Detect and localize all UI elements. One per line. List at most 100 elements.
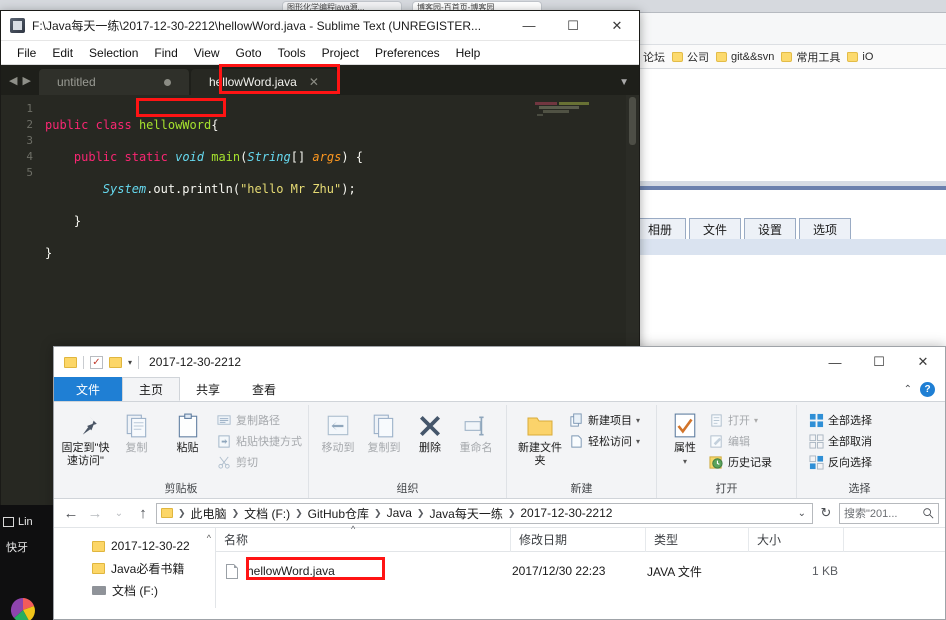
ribbon-button-rename[interactable]: 重命名 [453,408,499,455]
ribbon-button-open[interactable]: 打开 ▾ [709,411,772,429]
chevron-down-icon[interactable]: ▾ [636,416,640,425]
refresh-button[interactable]: ↻ [815,505,837,521]
sidebar-item-2017-12-30-22[interactable]: 2017-12-30-22 [54,535,215,557]
ribbon-tab-home[interactable]: 主页 [122,377,181,401]
ribbon-button-cut[interactable]: 剪切 [217,453,302,471]
menu-item-selection[interactable]: Selection [81,43,146,63]
ribbon-button-properties[interactable]: 属性 ▾ [663,408,707,468]
breadcrumb-item-0[interactable]: 此电脑 [191,505,227,522]
sublime-tab-nav-arrows[interactable]: ◀ ▶ [1,74,39,95]
breadcrumb-item-1[interactable]: 文档 (F:) [244,505,290,522]
breadcrumb-item-2[interactable]: GitHub仓库 [308,505,369,522]
column-header-size[interactable]: 大小 [749,527,844,552]
menu-item-file[interactable]: File [9,43,44,63]
ribbon-button-history[interactable]: 历史记录 [709,453,772,471]
explorer-minimize-button[interactable]: — [813,347,857,377]
menu-item-project[interactable]: Project [314,43,367,63]
ribbon-button-copy[interactable]: 复制 [111,408,162,455]
taskbar-item-kuaiya[interactable]: 快牙 [6,539,28,555]
file-name[interactable]: hellowWord.java [238,564,512,578]
sublime-close-button[interactable]: ✕ [595,11,639,41]
sidebar-item-documents-f[interactable]: 文档 (F:) [54,579,215,601]
bookmark-item-1[interactable]: 公司 [672,49,709,65]
ribbon-button-copy-to[interactable]: 复制到 [361,408,407,455]
column-header-type[interactable]: 类型 [646,527,749,552]
explorer-close-button[interactable]: ✕ [901,347,945,377]
breadcrumb-item-4[interactable]: Java每天一练 [429,505,502,522]
ribbon-button-select-all[interactable]: 全部选择 [809,411,872,429]
explorer-maximize-button[interactable]: ☐ [857,347,901,377]
unsaved-dot-icon [163,78,171,86]
column-header-name[interactable]: 名称 ^ [216,524,511,552]
menu-item-help[interactable]: Help [448,43,489,63]
ribbon-button-copy-path[interactable]: 复制路径 [217,411,302,429]
close-icon[interactable]: ✕ [309,75,319,89]
taskbar-item-lin[interactable]: Lin [3,516,33,528]
sublime-title-bar[interactable]: F:\Java每天一练\2017-12-30-2212\hellowWord.j… [1,11,639,41]
ribbon-tab-view[interactable]: 查看 [236,377,292,401]
editor-tab-hellowword[interactable]: hellowWord.java ✕ [190,69,337,95]
forward-button[interactable]: → [84,505,106,522]
menu-item-edit[interactable]: Edit [44,43,81,63]
breadcrumb-item-3[interactable]: Java [387,506,412,520]
chevron-left-icon[interactable]: ◀ [9,74,17,87]
page-tab-options[interactable]: 选项 [799,218,851,239]
help-icon[interactable]: ? [920,381,935,397]
chevron-right-icon[interactable]: ▶ [22,74,30,87]
sidebar-item-java-books[interactable]: Java必看书籍 [54,557,215,579]
breadcrumb-item-5[interactable]: 2017-12-30-2212 [520,506,612,520]
ribbon-button-delete[interactable]: 删除 [407,408,453,455]
chevron-down-icon[interactable]: ▾ [754,416,758,425]
sublime-maximize-button[interactable]: ☐ [551,11,595,41]
ribbon-button-paste[interactable]: 粘贴 [162,408,213,455]
up-button[interactable]: ↑ [132,505,154,522]
menu-item-find[interactable]: Find [146,43,185,63]
folder-icon [672,51,683,62]
page-tab-album[interactable]: 相册 [634,218,686,239]
magnifier-icon[interactable] [922,507,934,519]
column-header-date-modified[interactable]: 修改日期 [511,527,646,552]
properties-check-icon[interactable]: ✓ [90,355,103,369]
ribbon-button-select-none[interactable]: 全部取消 [809,432,872,450]
scrollbar-thumb[interactable] [629,97,636,145]
back-button[interactable]: ← [60,505,82,522]
sublime-minimap[interactable] [533,101,623,131]
search-input[interactable]: 搜索"201... [839,502,939,524]
address-dropdown-icon[interactable]: ⌄ [798,508,806,519]
sublime-code-content[interactable]: public class hellowWord{ public static v… [45,101,363,293]
ribbon-tab-file[interactable]: 文件 [54,377,123,401]
table-row[interactable]: hellowWord.java 2017/12/30 22:23 JAVA 文件… [216,557,945,582]
ribbon-button-new-folder[interactable]: 新建文件夹 [513,408,567,468]
page-tab-settings[interactable]: 设置 [744,218,796,239]
app-icon[interactable] [10,597,36,620]
menu-item-tools[interactable]: Tools [270,43,314,63]
ribbon-button-move-to[interactable]: 移动到 [315,408,361,455]
chevron-down-icon[interactable]: ▾ [128,358,132,367]
explorer-file-list[interactable]: 名称 ^ 修改日期 类型 大小 hellowWord.java 2017/12/… [216,524,945,608]
ribbon-button-invert-selection[interactable]: 反向选择 [809,453,872,471]
ribbon-button-paste-shortcut[interactable]: 粘贴快捷方式 [217,432,302,450]
chevron-down-icon[interactable]: ▾ [636,437,640,446]
breadcrumb[interactable]: ❯ 此电脑 ❯ 文档 (F:) ❯ GitHub仓库 ❯ Java ❯ Java… [156,502,813,524]
bookmark-item-4[interactable]: iO [847,51,873,63]
recent-locations-button[interactable]: ⌄ [108,508,130,519]
scroll-up-icon[interactable]: ^ [207,533,211,543]
ribbon-button-easy-access[interactable]: 轻松访问 ▾ [569,432,640,450]
explorer-title-bar[interactable]: ✓ ▾ 2017-12-30-2212 — ☐ ✕ [54,347,945,377]
collapse-ribbon-icon[interactable]: ⌃ [904,384,912,395]
new-folder-icon[interactable] [109,356,122,368]
menu-item-preferences[interactable]: Preferences [367,43,448,63]
ribbon-tab-share[interactable]: 共享 [180,377,236,401]
bookmark-item-3[interactable]: 常用工具 [781,49,840,65]
chevron-down-icon[interactable]: ▾ [683,455,687,468]
sublime-minimize-button[interactable]: — [507,11,551,41]
bookmark-item-2[interactable]: git&&svn [716,51,774,63]
ribbon-button-pin-to-quick-access[interactable]: 固定到"快速访问" [60,408,111,468]
editor-tab-untitled[interactable]: untitled [38,69,189,95]
page-tab-files[interactable]: 文件 [689,218,741,239]
chevron-down-icon[interactable]: ▼ [619,77,629,88]
menu-item-view[interactable]: View [186,43,228,63]
ribbon-button-edit[interactable]: 编辑 [709,432,772,450]
ribbon-button-new-item[interactable]: 新建项目 ▾ [569,411,640,429]
menu-item-goto[interactable]: Goto [228,43,270,63]
